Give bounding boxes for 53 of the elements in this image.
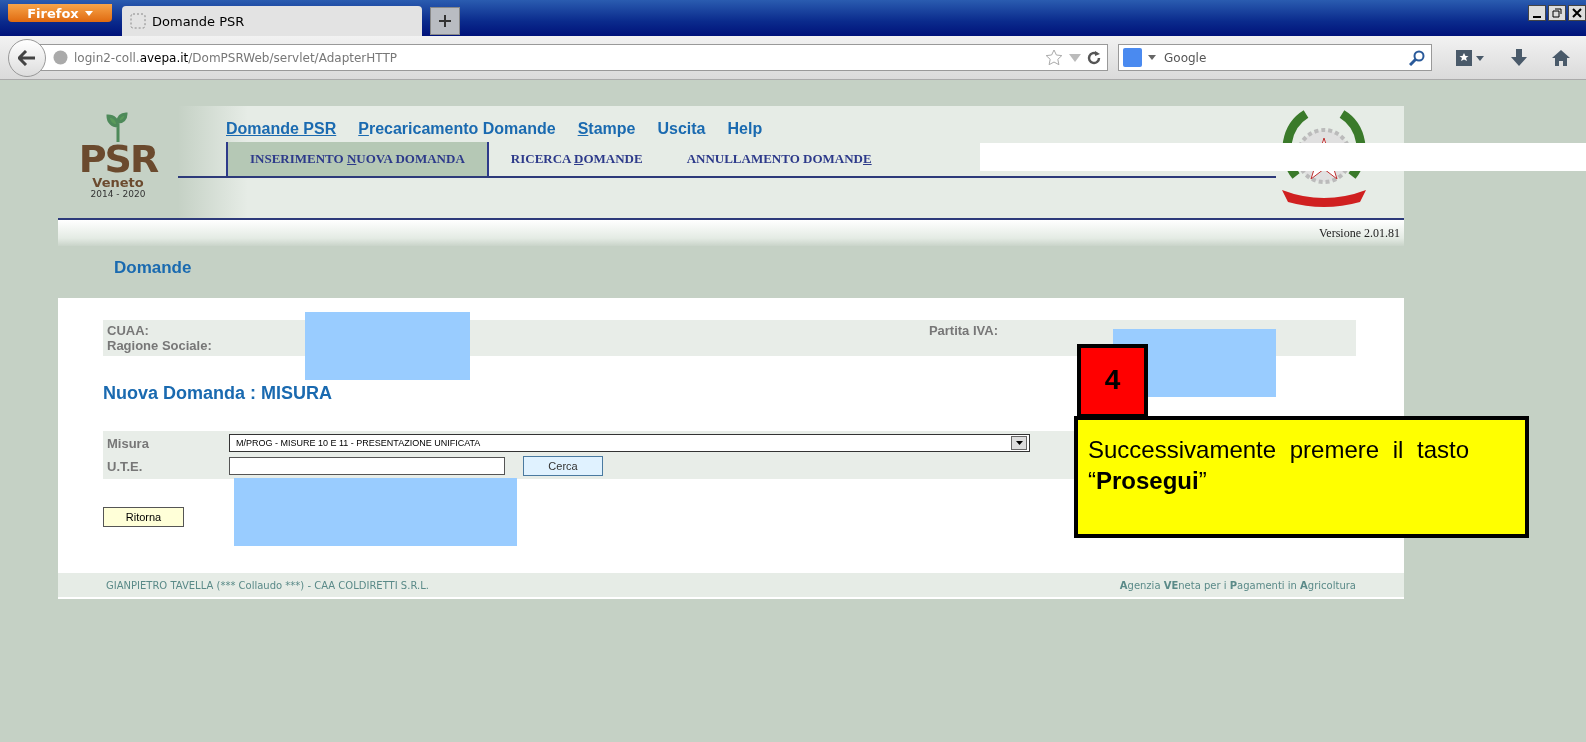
triangle-icon — [1015, 441, 1023, 445]
menu-link[interactable]: Precaricamento Domande — [358, 120, 556, 142]
page-title: Domande — [113, 257, 193, 279]
search-icon[interactable] — [1409, 49, 1425, 66]
browser-tab[interactable]: Domande PSR — [122, 6, 422, 36]
partita-iva-label: Partita IVA: — [928, 323, 998, 338]
nav-tab[interactable]: ANNULLAMENTO DOMANDE — [664, 142, 894, 176]
page-icon — [130, 13, 146, 29]
caret-icon — [84, 10, 93, 16]
menu-link[interactable]: Stampe — [577, 120, 636, 142]
cuaa-label: CUAA: — [107, 323, 150, 338]
new-tab-button[interactable] — [430, 7, 460, 35]
back-arrow-icon — [18, 49, 36, 66]
minimize-icon — [1533, 16, 1541, 18]
minimize-button[interactable] — [1528, 5, 1546, 21]
footer-agency-text: Agenzia VEneta per i Pagamenti in Agricoltura — [1119, 579, 1356, 591]
download-icon[interactable] — [1510, 48, 1528, 67]
bookmarks-icon[interactable] — [1456, 48, 1486, 67]
globe-icon — [53, 50, 68, 65]
misura-select[interactable]: M/PROG - MISURE 10 E 11 - PRESENTAZIONE UNIFICATA — [229, 434, 1030, 452]
menu-link[interactable]: Uscita — [657, 120, 706, 142]
menu-link[interactable]: Help — [727, 120, 763, 142]
search-button[interactable]: Cerca — [523, 456, 603, 476]
logo-region: Veneto — [92, 176, 144, 189]
tab-title: Domande PSR — [152, 13, 245, 29]
close-button[interactable] — [1568, 5, 1586, 21]
address-bar[interactable]: login2-coll.avepa.it/DomPSRWeb/servlet/AdapterHTTP — [38, 44, 1108, 71]
step-number: 4 — [1077, 344, 1148, 418]
home-icon[interactable] — [1552, 48, 1570, 67]
restore-icon — [1552, 8, 1562, 18]
misura-label: Misura — [107, 435, 150, 451]
callout-text: Successivamente premere il tasto “Prosegui” — [1074, 416, 1529, 538]
star-icon[interactable] — [1045, 48, 1063, 67]
section-title: Nuova Domanda : MISURA — [103, 383, 334, 405]
restore-button[interactable] — [1548, 5, 1566, 21]
footer-user-text: GIANPIETRO TAVELLA (*** Collaudo ***) - CAA COLDIRETTI S.R.L. — [106, 579, 429, 591]
back-button[interactable] — [8, 38, 46, 77]
nav-tab[interactable]: RICERCA DOMANDE — [488, 142, 665, 176]
reload-icon[interactable] — [1087, 50, 1101, 65]
logo-years: 2014 - 2020 — [90, 189, 146, 199]
close-icon — [1572, 8, 1582, 18]
ute-label: U.T.E. — [107, 458, 144, 474]
nav-tab[interactable]: INSERIMENTO NUOVA DOMANDA — [226, 142, 489, 176]
menu-link[interactable]: Domande PSR — [226, 120, 337, 142]
ute-input[interactable] — [229, 457, 505, 475]
search-bar[interactable]: Google — [1118, 44, 1432, 71]
plus-icon — [439, 15, 451, 27]
version-text: Versione 2.01.81 — [1319, 225, 1400, 241]
back-button[interactable]: Ritorna — [103, 507, 184, 527]
dropdown-icon[interactable] — [1148, 55, 1156, 60]
ragione-sociale-label: Ragione Sociale: — [107, 338, 212, 353]
url-text: login2-coll.avepa.it/DomPSRWeb/servlet/AdapterHTTP — [74, 50, 398, 65]
logo-text: PSR — [78, 142, 158, 176]
